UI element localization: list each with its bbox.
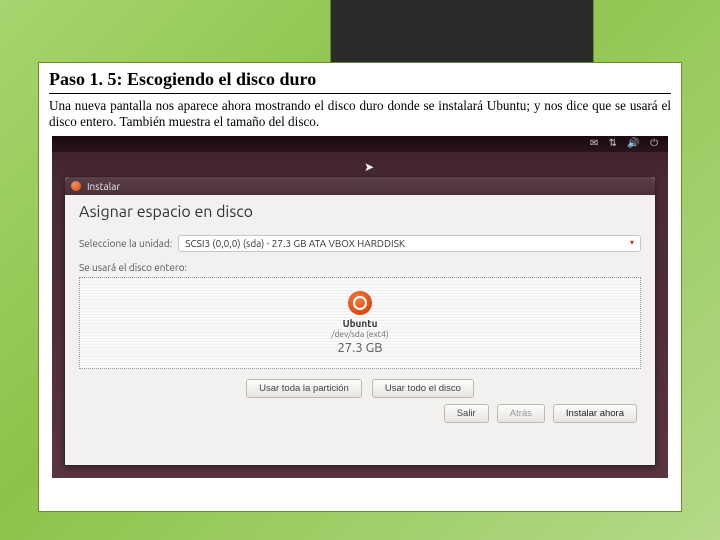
slide-description: Una nueva pantalla nos aparece ahora mos… (49, 98, 671, 130)
use-partition-button[interactable]: Usar toda la partición (246, 379, 362, 398)
drive-label: Seleccione la unidad: (79, 238, 172, 249)
slide-title: Paso 1. 5: Escogiendo el disco duro (49, 69, 671, 94)
panel-status-icons: ✉ ⇅ 🔊 ⏻ (590, 137, 662, 149)
entire-disk-label: Se usará el disco entero: (79, 262, 641, 273)
slide-content-frame: Paso 1. 5: Escogiendo el disco duro Una … (38, 62, 682, 512)
disk-size: 27.3 GB (337, 341, 382, 355)
dialog-title: Asignar espacio en disco (79, 203, 641, 221)
device-path: /dev/sda (ext4) (331, 329, 388, 339)
window-body: Asignar espacio en disco Seleccione la u… (65, 195, 655, 437)
back-button[interactable]: Atrás (497, 404, 545, 423)
chevron-down-icon: ▾ (630, 238, 634, 249)
os-name: Ubuntu (343, 318, 378, 329)
slide-accent-box (330, 0, 594, 65)
install-now-button[interactable]: Instalar ahora (553, 404, 637, 423)
window-titlebar[interactable]: Instalar (65, 177, 655, 195)
drive-select-row: Seleccione la unidad: SCSI3 (0,0,0) (sda… (79, 235, 641, 252)
close-icon[interactable] (71, 181, 81, 191)
window-title: Instalar (87, 181, 120, 192)
ubuntu-logo-icon (348, 291, 372, 315)
quit-button[interactable]: Salir (444, 404, 489, 423)
installer-window: Instalar Asignar espacio en disco Selecc… (64, 176, 656, 466)
ubuntu-screenshot: ✉ ⇅ 🔊 ⏻ ➤ Instalar Asignar espacio en di… (52, 136, 668, 478)
drive-combobox[interactable]: SCSI3 (0,0,0) (sda) - 27.3 GB ATA VBOX H… (178, 235, 641, 252)
mouse-cursor-icon: ➤ (364, 160, 374, 174)
gnome-top-panel: ✉ ⇅ 🔊 ⏻ (52, 136, 668, 152)
use-disk-button[interactable]: Usar todo el disco (372, 379, 474, 398)
disk-partition-visual[interactable]: Ubuntu /dev/sda (ext4) 27.3 GB (79, 277, 641, 369)
drive-value: SCSI3 (0,0,0) (sda) - 27.3 GB ATA VBOX H… (185, 238, 405, 249)
nav-buttons-row: Salir Atrás Instalar ahora (79, 404, 641, 423)
partition-buttons-row: Usar toda la partición Usar todo el disc… (79, 379, 641, 398)
